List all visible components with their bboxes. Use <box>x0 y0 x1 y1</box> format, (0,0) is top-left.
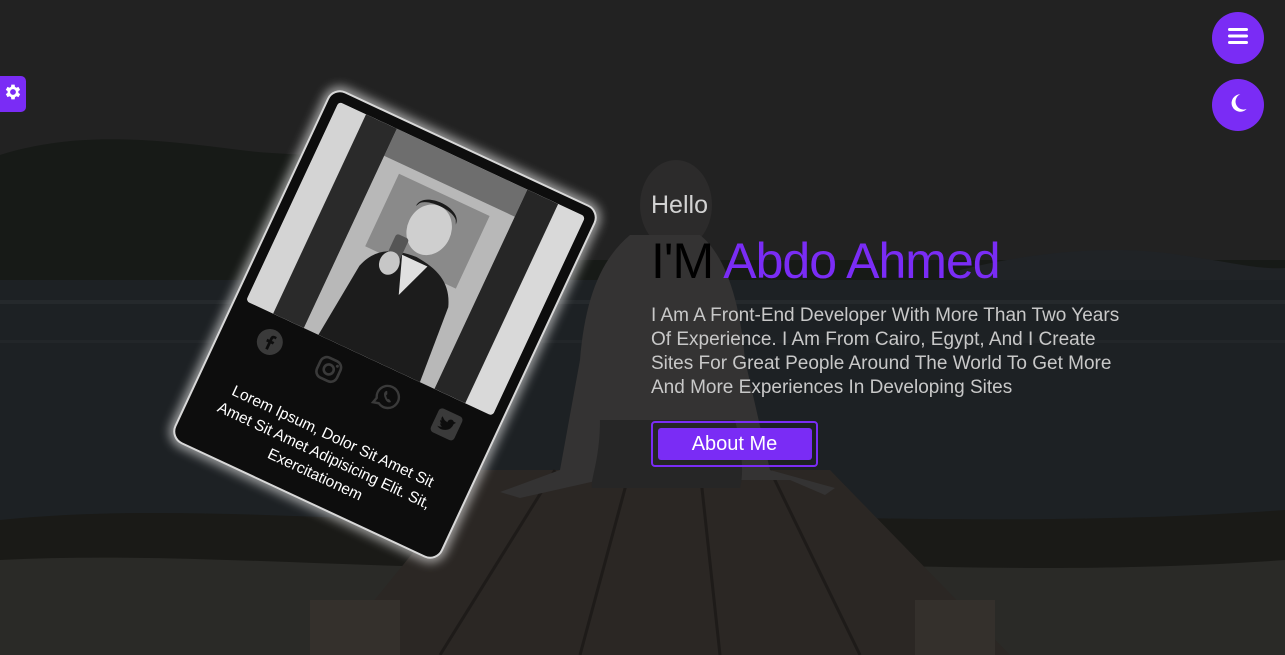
twitter-icon[interactable] <box>426 404 466 444</box>
whatsapp-icon[interactable] <box>367 377 407 417</box>
gear-icon <box>3 82 23 107</box>
moon-icon <box>1227 92 1249 119</box>
theme-toggle-button[interactable] <box>1212 79 1264 131</box>
hero-title: I'M Abdo Ahmed <box>651 231 1001 291</box>
about-button-frame: About Me <box>651 421 818 467</box>
greeting-text: Hello <box>651 191 708 219</box>
instagram-icon[interactable] <box>308 349 348 389</box>
title-prefix: I'M <box>651 233 714 289</box>
settings-toggle[interactable] <box>0 76 26 112</box>
facebook-icon[interactable] <box>249 322 289 362</box>
about-me-button[interactable]: About Me <box>657 428 812 460</box>
landing-page: Lorem Ipsum, Dolor Sit Amet Sit Amet Sit… <box>0 0 1285 655</box>
hero-description: I Am A Front-End Developer With More Tha… <box>651 305 1120 398</box>
title-name: Abdo Ahmed <box>723 233 1000 289</box>
menu-button[interactable] <box>1212 12 1264 64</box>
hamburger-icon <box>1228 27 1248 50</box>
